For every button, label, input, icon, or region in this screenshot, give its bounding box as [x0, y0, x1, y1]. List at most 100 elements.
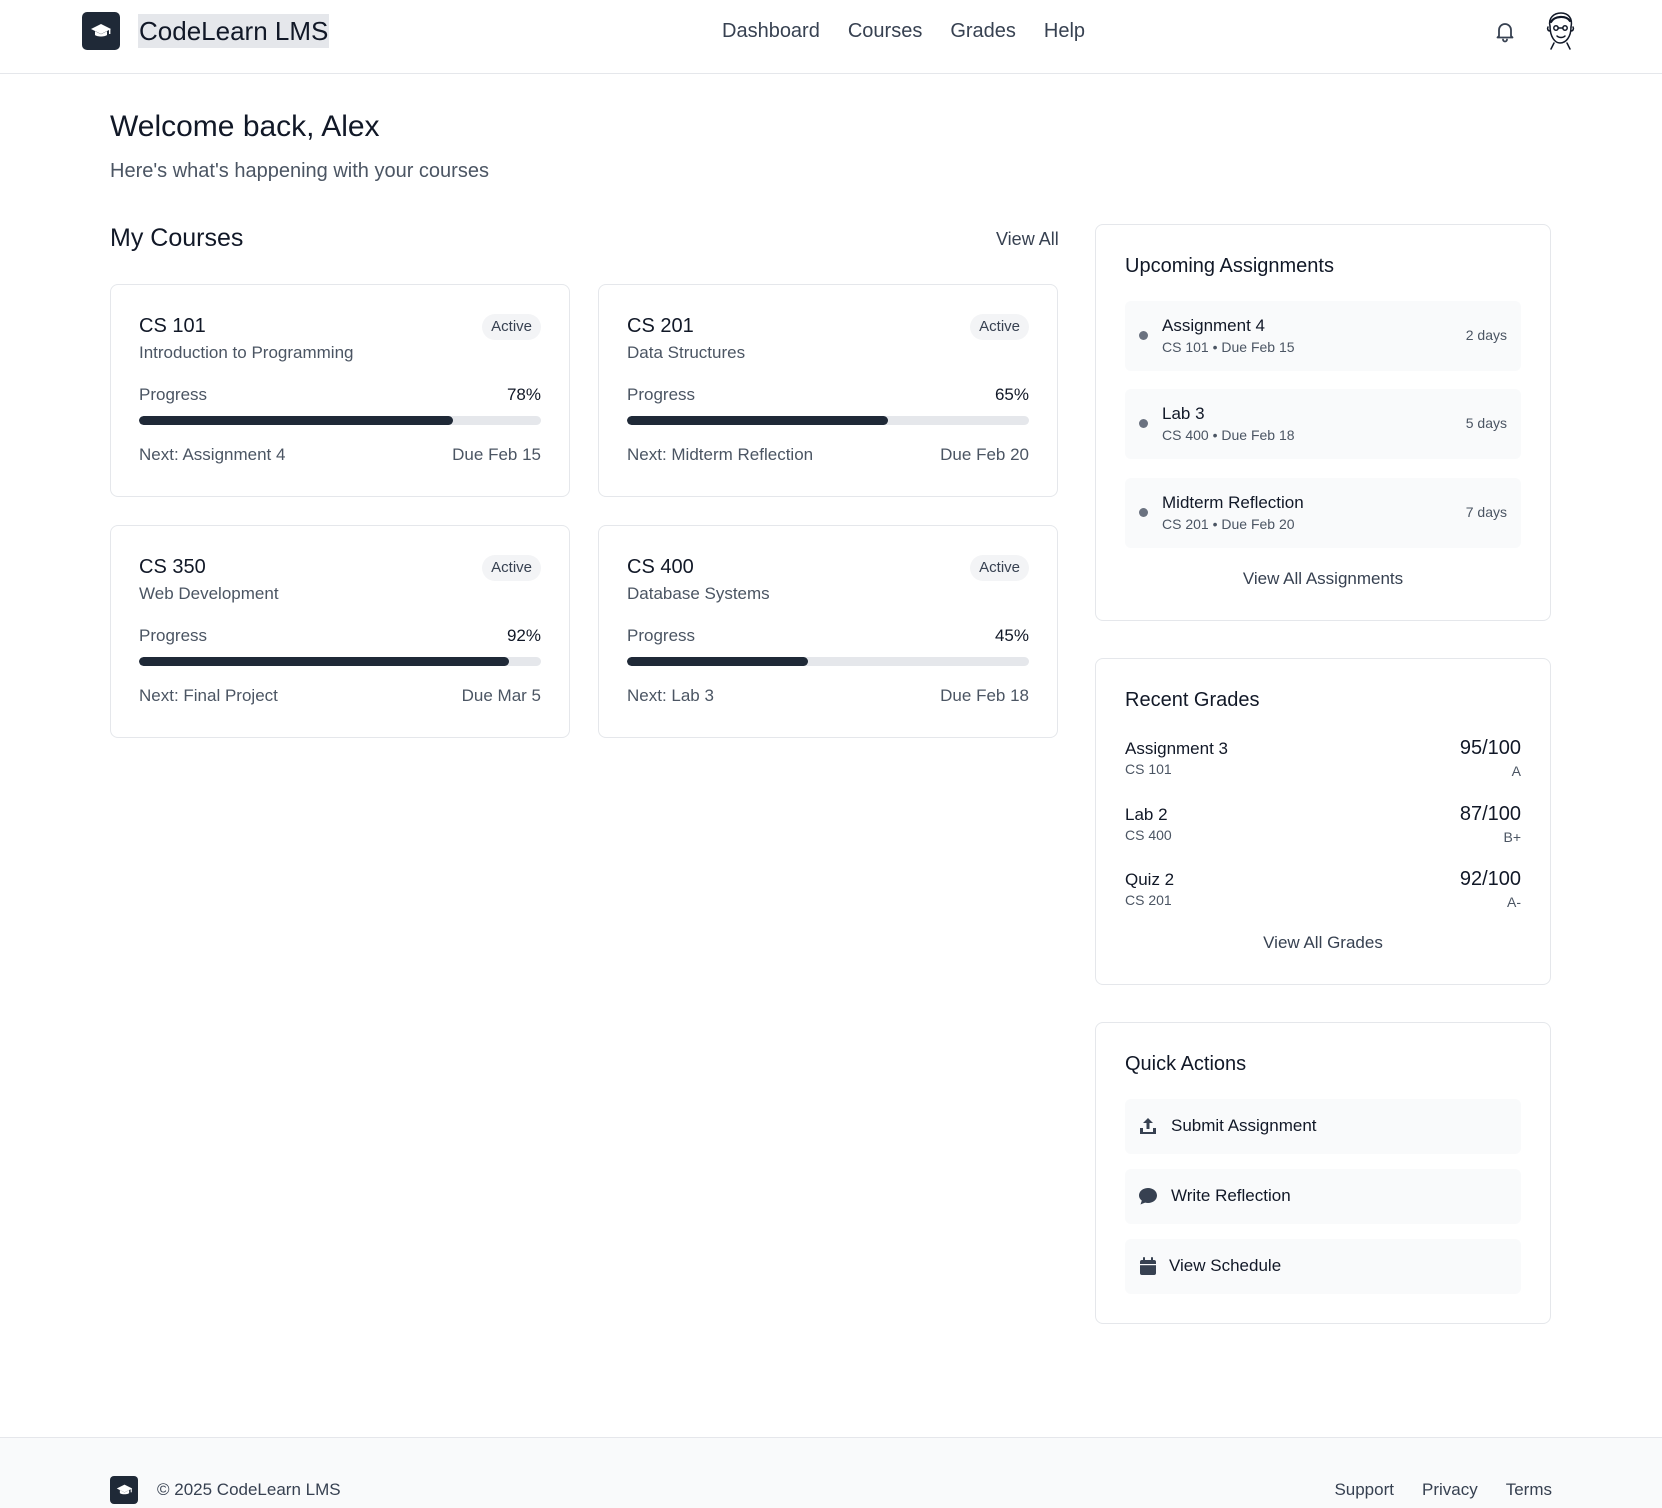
grade-row[interactable]: Lab 2 CS 400 87/100 B+ — [1125, 803, 1521, 855]
footer-link-privacy[interactable]: Privacy — [1422, 1480, 1478, 1500]
next-assignment: Next: Assignment 4 — [139, 445, 286, 464]
assignment-meta: CS 400 • Due Feb 18 — [1162, 427, 1295, 443]
footer-links: Support Privacy Terms — [1334, 1480, 1552, 1500]
grade-course: CS 201 — [1125, 892, 1172, 908]
due-date: Due Feb 20 — [940, 445, 1029, 464]
top-header: CodeLearn LMS Dashboard Courses Grades H… — [0, 0, 1662, 74]
status-badge: Active — [482, 314, 541, 340]
progress-percent: 65% — [994, 385, 1029, 404]
progress-percent: 92% — [506, 626, 541, 645]
course-code: CS 350 — [139, 556, 206, 578]
grade-letter: A — [1511, 763, 1521, 779]
view-all-assignments-link[interactable]: View All Assignments — [1096, 569, 1550, 589]
grade-score: 92/100 — [1459, 868, 1521, 890]
course-name: Introduction to Programming — [139, 343, 354, 362]
assignment-meta: CS 101 • Due Feb 15 — [1162, 339, 1295, 355]
graduation-cap-icon — [91, 24, 111, 37]
next-assignment: Next: Midterm Reflection — [627, 445, 814, 464]
logo[interactable] — [82, 12, 120, 50]
upload-icon — [1140, 1118, 1156, 1134]
grade-item-title: Assignment 3 — [1125, 739, 1228, 758]
avatar-icon — [1546, 12, 1575, 50]
nav-grades[interactable]: Grades — [950, 18, 1016, 44]
status-badge: Active — [482, 555, 541, 581]
grade-score: 95/100 — [1459, 737, 1521, 759]
footer-link-terms[interactable]: Terms — [1506, 1480, 1552, 1500]
view-schedule-button[interactable]: View Schedule — [1125, 1239, 1521, 1294]
progress-label: Progress — [627, 385, 696, 404]
view-all-courses-link[interactable]: View All — [996, 229, 1059, 250]
course-code: CS 400 — [627, 556, 694, 578]
submit-assignment-button[interactable]: Submit Assignment — [1125, 1099, 1521, 1154]
progress-bar-fill — [139, 657, 509, 666]
action-label: Write Reflection — [1171, 1186, 1291, 1205]
grade-row[interactable]: Quiz 2 CS 201 92/100 A- — [1125, 868, 1521, 920]
my-courses-title: My Courses — [110, 224, 244, 252]
chat-bubble-icon — [1139, 1188, 1157, 1205]
progress-bar-fill — [627, 657, 808, 666]
action-label: View Schedule — [1169, 1256, 1282, 1275]
due-date: Due Feb 15 — [452, 445, 541, 464]
grade-score: 87/100 — [1459, 803, 1521, 825]
course-card-cs350[interactable]: CS 350 Web Development Active Progress 9… — [110, 525, 570, 738]
footer: © 2025 CodeLearn LMS Support Privacy Ter… — [0, 1437, 1662, 1508]
nav-dashboard[interactable]: Dashboard — [722, 18, 820, 44]
course-code: CS 201 — [627, 315, 694, 337]
write-reflection-button[interactable]: Write Reflection — [1125, 1169, 1521, 1224]
assignment-title: Lab 3 — [1162, 404, 1205, 423]
panel-title: Quick Actions — [1125, 1053, 1247, 1075]
bell-icon — [1496, 23, 1514, 43]
main-nav: Dashboard Courses Grades Help — [722, 18, 1085, 44]
footer-link-support[interactable]: Support — [1334, 1480, 1394, 1500]
panel-title: Upcoming Assignments — [1125, 255, 1334, 277]
days-remaining: 7 days — [1465, 504, 1507, 520]
course-card-cs400[interactable]: CS 400 Database Systems Active Progress … — [598, 525, 1058, 738]
grade-letter: B+ — [1503, 829, 1521, 845]
grade-row[interactable]: Assignment 3 CS 101 95/100 A — [1125, 737, 1521, 789]
footer-logo — [110, 1476, 138, 1504]
grade-item-title: Quiz 2 — [1125, 870, 1175, 889]
view-all-grades-link[interactable]: View All Grades — [1096, 933, 1550, 953]
nav-courses[interactable]: Courses — [848, 18, 922, 44]
user-avatar[interactable] — [1542, 10, 1578, 50]
footer-copyright: © 2025 CodeLearn LMS — [157, 1480, 341, 1499]
grade-course: CS 101 — [1125, 761, 1172, 777]
welcome-subtitle: Here's what's happening with your course… — [110, 160, 489, 182]
welcome-title: Welcome back, Alex — [110, 110, 380, 143]
graduation-cap-icon — [116, 1484, 132, 1495]
course-code: CS 101 — [139, 315, 206, 337]
next-assignment: Next: Final Project — [139, 686, 278, 705]
assignment-item[interactable]: Midterm Reflection CS 201 • Due Feb 20 7… — [1125, 478, 1521, 548]
progress-label: Progress — [139, 385, 208, 404]
assignment-title: Midterm Reflection — [1162, 493, 1304, 512]
calendar-icon — [1140, 1257, 1156, 1275]
progress-label: Progress — [139, 626, 208, 645]
grade-item-title: Lab 2 — [1125, 805, 1168, 824]
panel-title: Recent Grades — [1125, 689, 1260, 711]
assignment-title: Assignment 4 — [1162, 316, 1265, 335]
upcoming-assignments-panel: Upcoming Assignments Assignment 4 CS 101… — [1095, 224, 1551, 621]
days-remaining: 2 days — [1465, 327, 1507, 343]
grade-letter: A- — [1507, 894, 1521, 910]
assignment-item[interactable]: Assignment 4 CS 101 • Due Feb 15 2 days — [1125, 301, 1521, 371]
progress-percent: 45% — [994, 626, 1029, 645]
course-name: Data Structures — [627, 343, 746, 362]
progress-percent: 78% — [506, 385, 541, 404]
course-name: Database Systems — [627, 584, 770, 603]
nav-help[interactable]: Help — [1044, 18, 1085, 44]
assignment-item[interactable]: Lab 3 CS 400 • Due Feb 18 5 days — [1125, 389, 1521, 459]
course-card-cs101[interactable]: CS 101 Introduction to Programming Activ… — [110, 284, 570, 497]
due-date: Due Feb 18 — [940, 686, 1029, 705]
course-card-cs201[interactable]: CS 201 Data Structures Active Progress 6… — [598, 284, 1058, 497]
assignment-meta: CS 201 • Due Feb 20 — [1162, 516, 1295, 532]
brand-name[interactable]: CodeLearn LMS — [138, 14, 330, 48]
progress-bar — [627, 416, 1029, 425]
bullet-dot-icon — [1139, 508, 1148, 517]
progress-bar — [139, 657, 541, 666]
action-label: Submit Assignment — [1171, 1116, 1317, 1135]
progress-bar-fill — [139, 416, 453, 425]
progress-label: Progress — [627, 626, 696, 645]
notifications-button[interactable] — [1493, 19, 1517, 43]
progress-bar — [627, 657, 1029, 666]
progress-bar — [139, 416, 541, 425]
